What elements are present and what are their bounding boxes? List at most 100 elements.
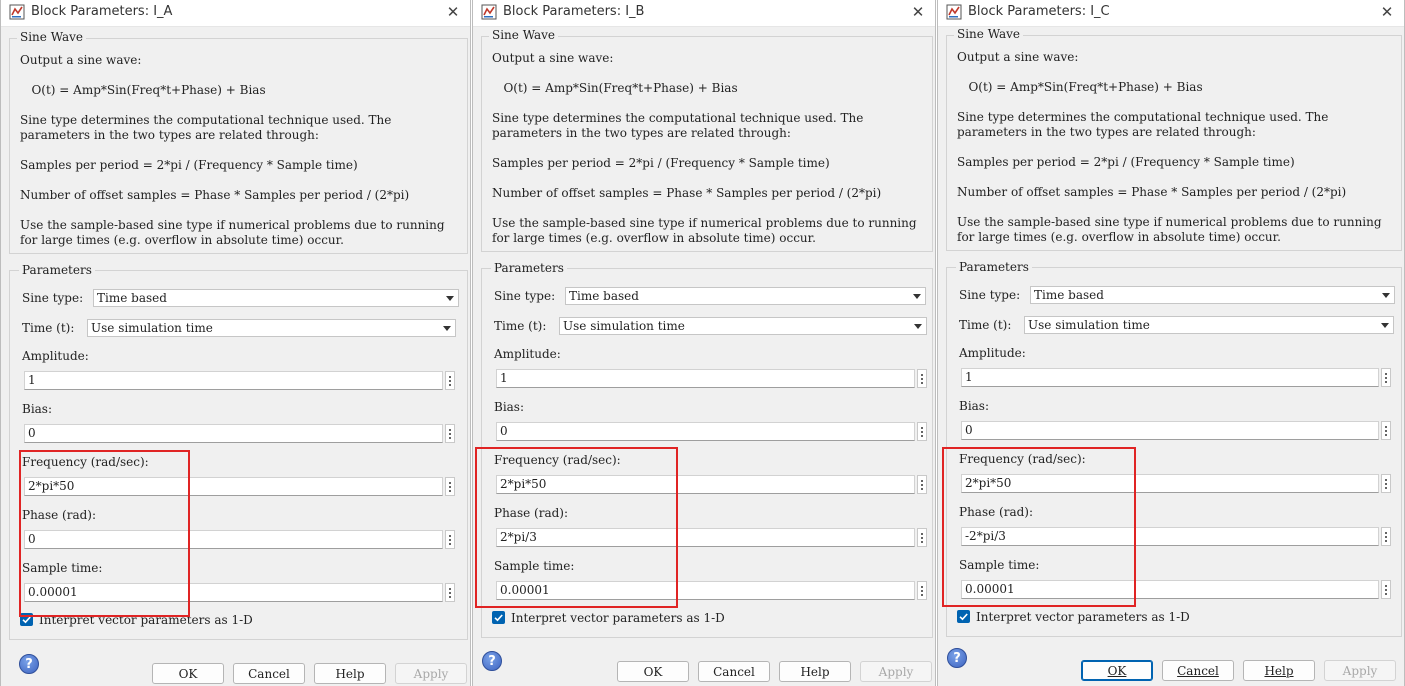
vertical-ellipsis-icon[interactable]	[917, 422, 927, 441]
sample-time-field[interactable]: 0.00001	[961, 580, 1379, 599]
sample-time-field-value: 0.00001	[500, 583, 550, 597]
time-value: Use simulation time	[1028, 318, 1150, 332]
ok-button-label: OK	[1107, 663, 1127, 678]
description-line: Use the sample-based sine type if numeri…	[492, 216, 917, 230]
ok-button[interactable]: OK	[152, 663, 224, 684]
help-icon[interactable]: ?	[482, 651, 502, 671]
close-button[interactable]: ✕	[1378, 3, 1396, 21]
vertical-ellipsis-icon[interactable]	[1381, 580, 1391, 599]
close-button[interactable]: ✕	[909, 3, 927, 21]
help-button[interactable]: Help	[314, 663, 386, 684]
help-button[interactable]: Help	[1243, 660, 1315, 681]
vertical-ellipsis-icon[interactable]	[917, 528, 927, 547]
vertical-ellipsis-icon[interactable]	[445, 424, 455, 443]
vertical-ellipsis-icon[interactable]	[917, 369, 927, 388]
title-bar[interactable]: Block Parameters: I_A ✕	[1, 0, 470, 27]
amplitude-field[interactable]: 1	[496, 369, 915, 388]
sine-type-label: Sine type:	[959, 288, 1021, 302]
close-icon: ✕	[911, 3, 925, 21]
time-label: Time (t):	[959, 318, 1012, 332]
phase-field[interactable]: -2*pi/3	[961, 527, 1379, 546]
description-line: Samples per period = 2*pi / (Frequency *…	[492, 156, 830, 170]
close-button[interactable]: ✕	[444, 3, 462, 21]
time-select[interactable]: Use simulation time	[1024, 316, 1394, 334]
phase-field[interactable]: 2*pi/3	[496, 528, 915, 547]
bias-field[interactable]: 0	[496, 422, 915, 441]
vertical-ellipsis-icon[interactable]	[917, 475, 927, 494]
bias-label: Bias:	[494, 400, 525, 414]
chevron-down-icon	[1382, 293, 1390, 298]
interpret-vector-checkbox[interactable]	[492, 611, 505, 624]
simulink-block-icon	[481, 4, 497, 20]
interpret-vector-label: Interpret vector parameters as 1-D	[39, 613, 253, 627]
vertical-ellipsis-icon[interactable]	[445, 583, 455, 602]
amplitude-field[interactable]: 1	[24, 371, 443, 390]
cancel-button-label: Cancel	[248, 666, 290, 681]
simulink-block-icon	[946, 4, 962, 20]
description-line: for large times (e.g. overflow in absolu…	[492, 231, 816, 245]
title-bar[interactable]: Block Parameters: I_C ✕	[938, 0, 1404, 27]
description-line: Samples per period = 2*pi / (Frequency *…	[957, 155, 1295, 169]
amplitude-label: Amplitude:	[22, 349, 89, 363]
ok-button[interactable]: OK	[617, 661, 689, 682]
chevron-down-icon	[914, 324, 922, 329]
amplitude-label: Amplitude:	[959, 346, 1026, 360]
bias-field[interactable]: 0	[24, 424, 443, 443]
time-select[interactable]: Use simulation time	[559, 317, 927, 335]
phase-field[interactable]: 0	[24, 530, 443, 549]
vertical-ellipsis-icon[interactable]	[917, 581, 927, 600]
bias-field-value: 0	[28, 426, 36, 440]
block-parameters-dialog: Block Parameters: I_A ✕ Sine Wave Output a …	[0, 0, 471, 686]
time-select[interactable]: Use simulation time	[87, 319, 456, 337]
interpret-vector-checkbox[interactable]	[20, 613, 33, 626]
sample-time-field-value: 0.00001	[965, 582, 1015, 596]
amplitude-field[interactable]: 1	[961, 368, 1379, 387]
sine-type-select[interactable]: Time based	[93, 289, 459, 307]
time-label: Time (t):	[494, 319, 547, 333]
ok-button-label: OK	[178, 666, 198, 681]
frequency-label: Frequency (rad/sec):	[494, 453, 621, 467]
help-button[interactable]: Help	[779, 661, 851, 682]
description-line: Sine type determines the computational t…	[492, 111, 864, 125]
apply-button: Apply	[1324, 660, 1396, 681]
description-line: Number of offset samples = Phase * Sampl…	[492, 186, 882, 200]
vertical-ellipsis-icon[interactable]	[1381, 368, 1391, 387]
sine-type-select[interactable]: Time based	[1030, 286, 1395, 304]
time-label: Time (t):	[22, 321, 75, 335]
cancel-button[interactable]: Cancel	[698, 661, 770, 682]
sample-time-field[interactable]: 0.00001	[24, 583, 443, 602]
frequency-label: Frequency (rad/sec):	[959, 452, 1086, 466]
sample-time-label: Sample time:	[22, 561, 103, 575]
help-icon[interactable]: ?	[19, 654, 39, 674]
bias-field[interactable]: 0	[961, 421, 1379, 440]
help-icon[interactable]: ?	[947, 648, 967, 668]
sine-type-select[interactable]: Time based	[565, 287, 926, 305]
vertical-ellipsis-icon[interactable]	[1381, 474, 1391, 493]
vertical-ellipsis-icon[interactable]	[1381, 421, 1391, 440]
help-button-label: Help	[335, 666, 365, 681]
frequency-field[interactable]: 2*pi*50	[961, 474, 1379, 493]
description-line: Output a sine wave:	[957, 50, 1079, 64]
interpret-vector-checkbox[interactable]	[957, 610, 970, 623]
cancel-button[interactable]: Cancel	[233, 663, 305, 684]
vertical-ellipsis-icon[interactable]	[445, 371, 455, 390]
sample-time-field[interactable]: 0.00001	[496, 581, 915, 600]
frequency-field[interactable]: 2*pi*50	[24, 477, 443, 496]
amplitude-field-value: 1	[28, 373, 36, 387]
amplitude-field-value: 1	[500, 371, 508, 385]
frequency-field[interactable]: 2*pi*50	[496, 475, 915, 494]
ok-button[interactable]: OK	[1081, 660, 1153, 681]
vertical-ellipsis-icon[interactable]	[445, 477, 455, 496]
title-bar[interactable]: Block Parameters: I_B ✕	[473, 0, 935, 27]
frequency-label: Frequency (rad/sec):	[22, 455, 149, 469]
cancel-button[interactable]: Cancel	[1162, 660, 1234, 681]
help-button-label: Help	[800, 664, 830, 679]
description-line: for large times (e.g. overflow in absolu…	[20, 233, 344, 247]
chevron-down-icon	[443, 326, 451, 331]
description-line: Sine type determines the computational t…	[20, 113, 392, 127]
vertical-ellipsis-icon[interactable]	[1381, 527, 1391, 546]
bias-field-value: 0	[965, 423, 973, 437]
vertical-ellipsis-icon[interactable]	[445, 530, 455, 549]
description-line: for large times (e.g. overflow in absolu…	[957, 230, 1281, 244]
sine-wave-group-label: Sine Wave	[954, 27, 1024, 41]
